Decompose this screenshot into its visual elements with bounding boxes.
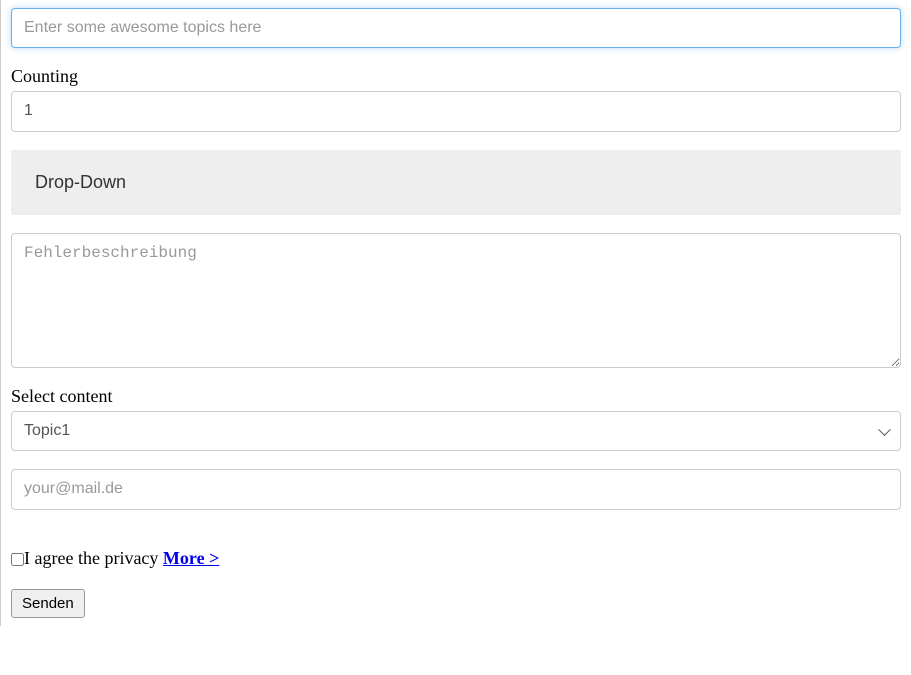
description-textarea[interactable] — [11, 233, 901, 368]
topics-input[interactable] — [11, 8, 901, 48]
privacy-more-link[interactable]: More > — [163, 548, 219, 568]
counting-input[interactable] — [11, 91, 901, 131]
privacy-text: I agree the privacy — [24, 548, 163, 568]
dropdown-panel[interactable]: Drop-Down — [11, 150, 901, 215]
select-content-dropdown[interactable]: Topic1 — [11, 411, 901, 451]
submit-button[interactable]: Senden — [11, 589, 85, 618]
counting-label: Counting — [11, 66, 901, 87]
email-input[interactable] — [11, 469, 901, 509]
privacy-checkbox[interactable] — [11, 553, 24, 566]
dropdown-panel-title: Drop-Down — [35, 172, 126, 192]
select-content-label: Select content — [11, 386, 901, 407]
